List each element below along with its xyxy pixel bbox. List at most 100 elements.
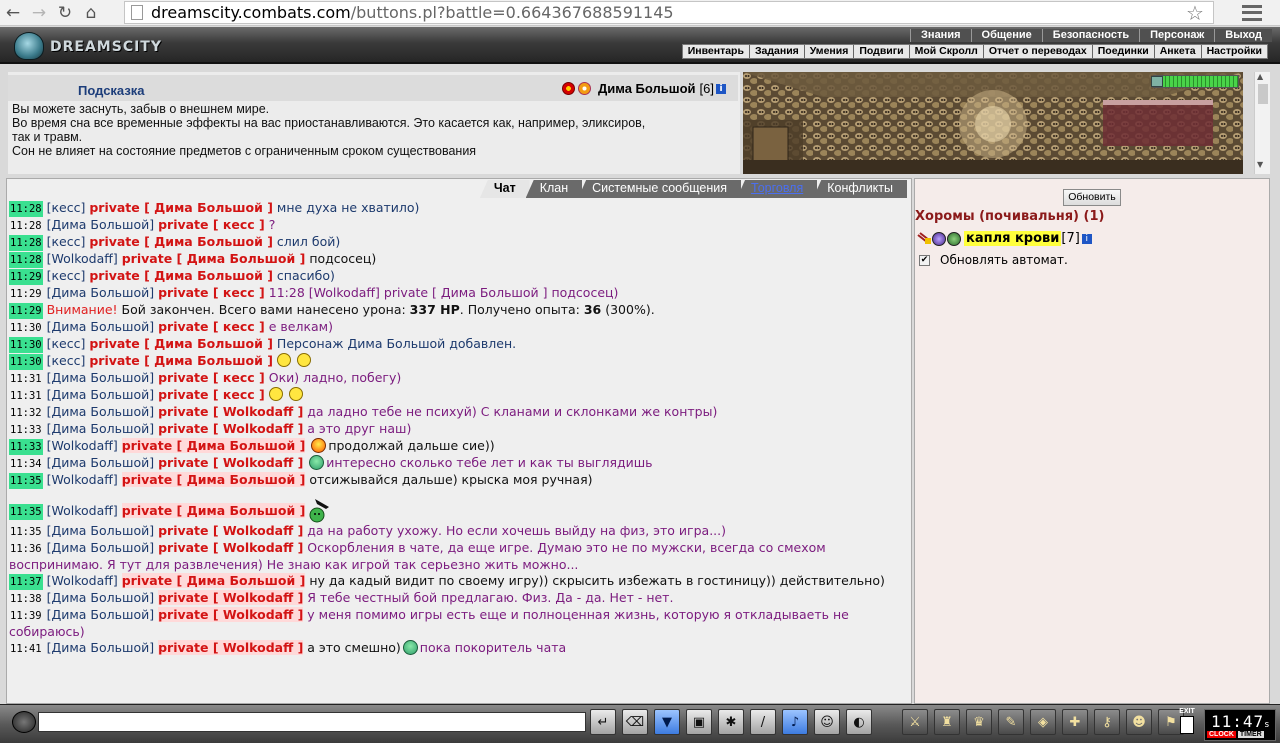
message-sender[interactable]: [кесс] <box>47 353 86 368</box>
sub-menu-quests[interactable]: Задания <box>750 45 805 58</box>
scroll-up-icon[interactable]: ▲ <box>1257 72 1263 81</box>
message-sender[interactable]: [Дима Большой] <box>47 370 155 385</box>
message-time[interactable]: 11:32 <box>9 405 43 421</box>
tab-system-messages[interactable]: Системные сообщения <box>578 180 742 198</box>
top-menu-item-communication[interactable]: Общение <box>970 29 1042 42</box>
browser-menu-icon[interactable] <box>1224 0 1280 25</box>
private-target[interactable]: private [ Дима Большой ] <box>121 573 306 588</box>
message-sender[interactable]: [Дима Большой] <box>47 607 155 622</box>
gift-icon[interactable]: ✚ <box>1062 709 1088 735</box>
private-message-icon[interactable] <box>917 231 931 246</box>
eraser-icon[interactable]: ⌫ <box>622 709 648 735</box>
shield-icon[interactable]: ◈ <box>1030 709 1056 735</box>
message-sender[interactable]: [Дима Большой] <box>47 217 155 232</box>
message-time[interactable]: 11:39 <box>9 608 43 624</box>
message-time[interactable]: 11:28 <box>9 218 43 234</box>
sub-menu-inventory[interactable]: Инвентарь <box>683 45 750 58</box>
message-time[interactable]: 11:34 <box>9 456 43 472</box>
message-time[interactable]: 11:30 <box>9 354 43 370</box>
message-sender[interactable]: [Wolkodaff] <box>47 573 118 588</box>
sub-menu-my-scroll[interactable]: Мой Скролл <box>910 45 984 58</box>
tab-conflicts[interactable]: Конфликты <box>813 180 907 198</box>
info-icon[interactable]: i <box>716 83 726 94</box>
message-time[interactable]: 11:28 <box>9 201 43 217</box>
message-sender[interactable]: [кесс] <box>47 234 86 249</box>
message-time[interactable]: 11:31 <box>9 371 43 387</box>
top-menu-item-knowledge[interactable]: Знания <box>910 29 971 42</box>
private-target[interactable]: private [ Wolkodaff ] <box>158 607 304 622</box>
save-icon[interactable]: ▣ <box>686 709 712 735</box>
tab-clan[interactable]: Клан <box>525 180 583 198</box>
smiles-icon[interactable]: ☺ <box>814 709 840 735</box>
top-menu-item-exit[interactable]: Выход <box>1214 29 1272 42</box>
message-time[interactable]: 11:30 <box>9 320 43 336</box>
private-target[interactable]: private [ Wolkodaff ] <box>158 523 303 538</box>
info-icon[interactable]: i <box>1081 233 1092 244</box>
private-target[interactable]: private [ Wolkodaff ] <box>158 404 303 419</box>
fight-icon[interactable]: ⚔ <box>902 709 928 735</box>
private-target[interactable]: private [ Дима Большой ] <box>89 336 273 351</box>
message-time[interactable]: 11:29 <box>9 269 43 285</box>
scroll-icon[interactable]: ✎ <box>998 709 1024 735</box>
mask-icon[interactable]: ☻ <box>1126 709 1152 735</box>
message-sender[interactable]: [Wolkodaff] <box>47 503 118 518</box>
message-sender[interactable]: [Дима Большой] <box>47 404 155 419</box>
top-menu-item-character[interactable]: Персонаж <box>1139 29 1215 42</box>
message-sender[interactable]: [Wolkodaff] <box>47 251 118 266</box>
address-bar[interactable]: dreamscity.combats.com/buttons.pl?battle… <box>124 1 1214 24</box>
message-time[interactable]: 11:36 <box>9 541 43 557</box>
private-target[interactable]: private [ Дима Большой ] <box>121 503 306 518</box>
bag-icon[interactable]: ♜ <box>934 709 960 735</box>
message-time[interactable]: 11:33 <box>9 422 43 438</box>
message-sender[interactable]: [Дима Большой] <box>47 540 155 555</box>
private-target[interactable]: private [ Wolkodaff ] <box>158 455 303 470</box>
message-sender[interactable]: [Дима Большой] <box>47 640 155 655</box>
message-sender[interactable]: [кесс] <box>47 268 86 283</box>
message-time[interactable]: 11:31 <box>9 388 43 404</box>
message-time[interactable]: 11:30 <box>9 337 43 353</box>
message-time[interactable]: 11:33 <box>9 439 43 455</box>
reload-icon[interactable]: ↻ <box>52 1 78 25</box>
send-enter-icon[interactable]: ↵ <box>590 709 616 735</box>
private-target[interactable]: private [ Wolkodaff ] <box>158 640 304 655</box>
sub-menu-battles[interactable]: Поединки <box>1093 45 1155 58</box>
sub-menu-transfer-report[interactable]: Отчет о переводах <box>984 45 1093 58</box>
sub-menu-achievements[interactable]: Подвиги <box>854 45 910 58</box>
player-name[interactable]: Дима Большой <box>598 81 696 96</box>
message-sender[interactable]: [Дима Большой] <box>47 590 155 605</box>
translit-icon[interactable]: / <box>750 709 776 735</box>
sub-menu-settings[interactable]: Настройки <box>1202 45 1267 58</box>
tab-trade[interactable]: Торговля <box>737 180 818 198</box>
message-sender[interactable]: [Дима Большой] <box>47 523 155 538</box>
home-icon[interactable]: ⌂ <box>78 1 104 25</box>
helmet-icon[interactable]: ◐ <box>846 709 872 735</box>
helmet-gold-icon[interactable]: ♛ <box>966 709 992 735</box>
private-target[interactable]: private [ кесс ] <box>158 370 265 385</box>
message-sender[interactable]: [кесс] <box>47 200 86 215</box>
private-target[interactable]: private [ кесс ] <box>158 387 265 402</box>
exit-button[interactable]: EXIT <box>1176 708 1198 738</box>
message-time[interactable]: 11:28 <box>9 235 43 251</box>
private-target[interactable]: private [ кесс ] <box>158 319 265 334</box>
message-sender[interactable]: [Дима Большой] <box>47 285 155 300</box>
message-time[interactable]: 11:37 <box>9 574 43 590</box>
top-frame-scrollbar[interactable]: ▲ ▼ <box>1254 72 1270 174</box>
private-target[interactable]: private [ Дима Большой ] <box>89 200 273 215</box>
message-sender[interactable]: [Wolkodaff] <box>47 472 118 487</box>
scroll-thumb[interactable] <box>1258 84 1268 104</box>
message-time[interactable]: 11:29 <box>9 303 43 319</box>
message-sender[interactable]: [кесс] <box>47 336 86 351</box>
private-target[interactable]: private [ кесс ] <box>158 285 265 300</box>
message-sender[interactable]: [Дима Большой] <box>47 319 155 334</box>
message-time[interactable]: 11:41 <box>9 641 43 657</box>
message-sender[interactable]: [Дима Большой] <box>47 455 155 470</box>
message-sender[interactable]: [Wolkodaff] <box>47 438 118 453</box>
bookmark-star-icon[interactable]: ☆ <box>1186 1 1204 25</box>
sub-menu-skills[interactable]: Умения <box>805 45 855 58</box>
private-target[interactable]: private [ Wolkodaff ] <box>158 421 303 436</box>
private-target[interactable]: private [ Дима Большой ] <box>89 268 273 283</box>
private-target[interactable]: private [ Дима Большой ] <box>121 472 306 487</box>
message-time[interactable]: 11:28 <box>9 252 43 268</box>
private-target[interactable]: private [ кесс ] <box>158 217 265 232</box>
scroll-down-icon[interactable]: ▼ <box>1257 160 1263 169</box>
